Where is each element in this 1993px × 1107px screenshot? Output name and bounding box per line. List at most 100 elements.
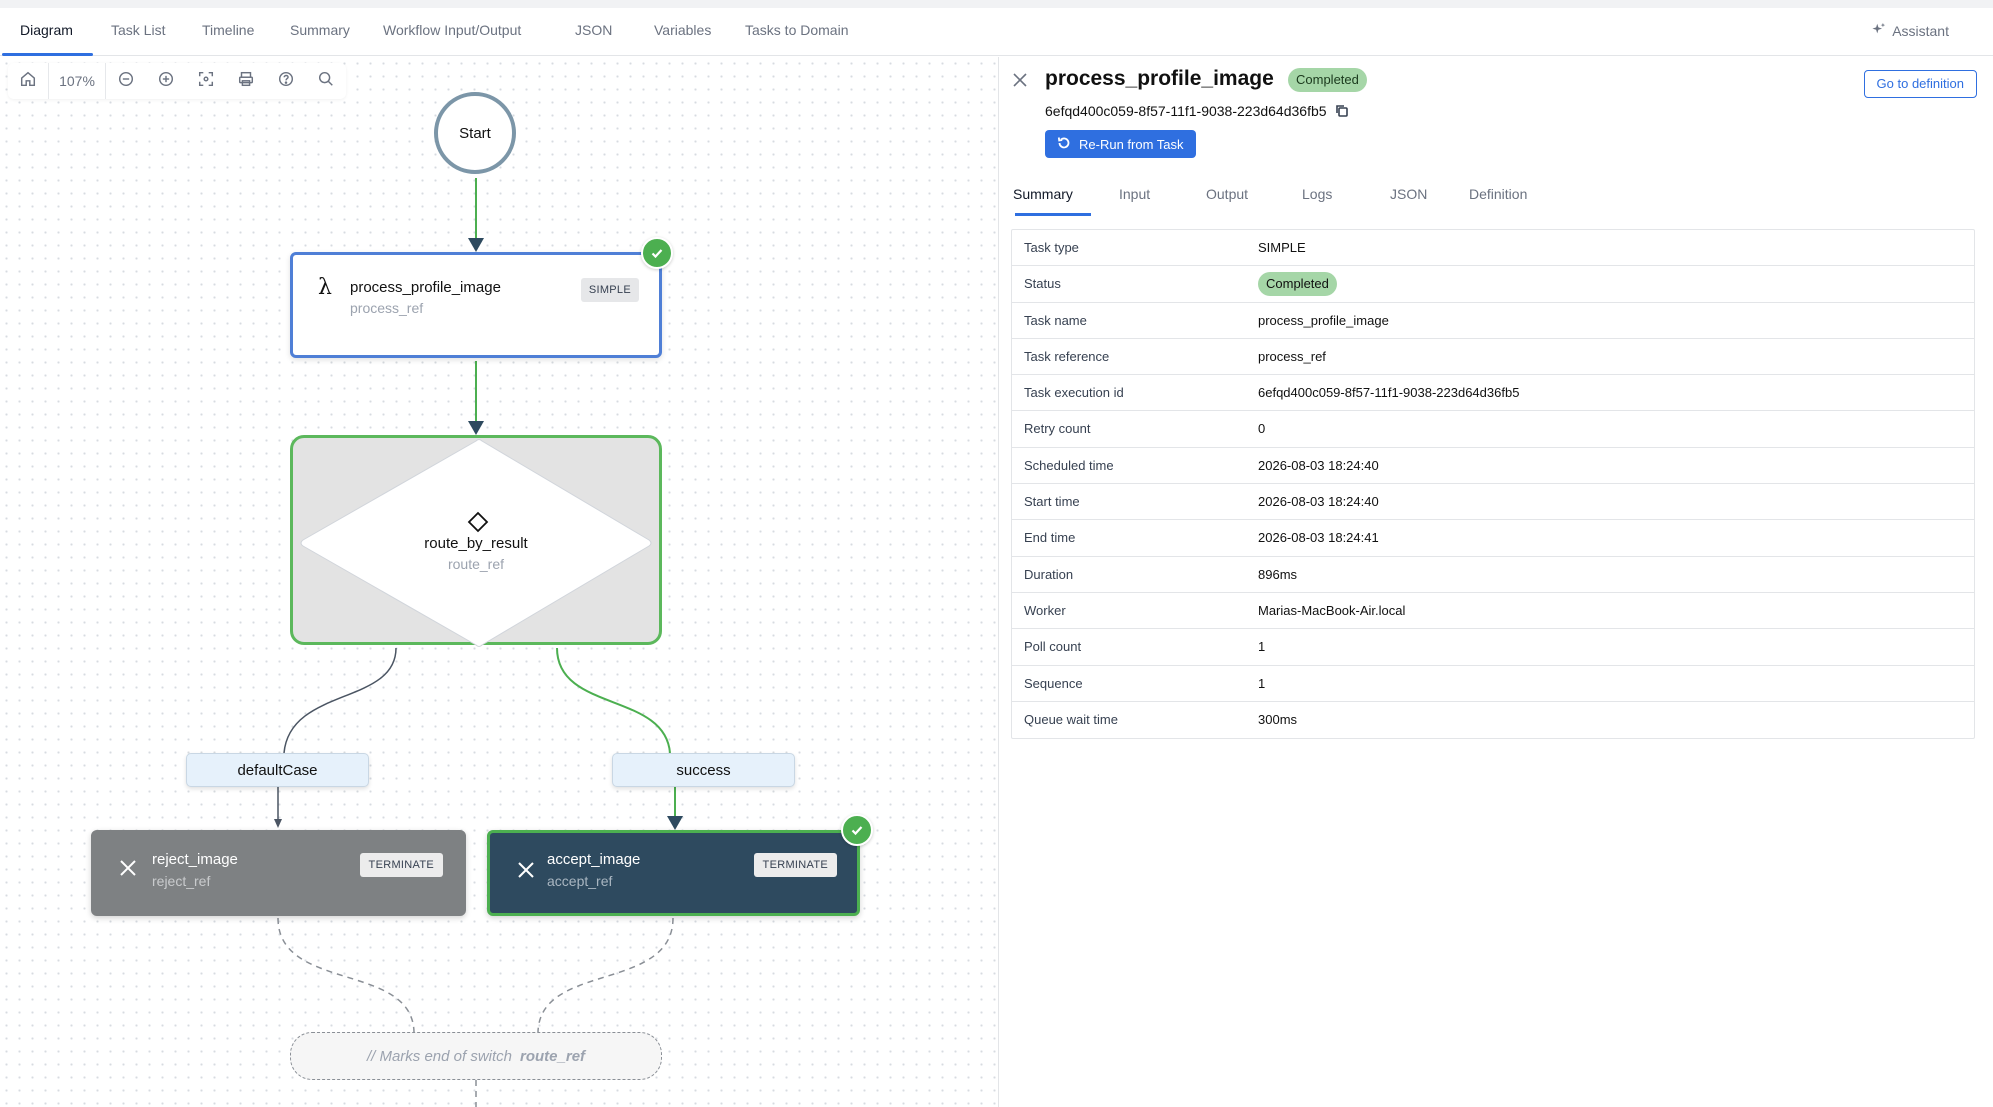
- panel-title: process_profile_image: [1045, 67, 1274, 90]
- table-row: Worker Marias-MacBook-Air.local: [1012, 593, 1974, 630]
- copy-icon[interactable]: [1335, 104, 1349, 118]
- accept-task-node[interactable]: accept_image accept_ref TERMINATE: [487, 830, 860, 916]
- go-to-definition-button[interactable]: Go to definition: [1863, 70, 1977, 98]
- row-label: Task name: [1024, 312, 1087, 328]
- row-label: Duration: [1024, 566, 1074, 582]
- task-type-badge: TERMINATE: [359, 853, 443, 877]
- panel-tab-input[interactable]: Input: [1119, 186, 1150, 202]
- task-title: process_profile_image: [350, 279, 501, 296]
- help-button[interactable]: [266, 63, 306, 99]
- row-label: Task execution id: [1024, 385, 1124, 401]
- close-panel-button[interactable]: [1011, 71, 1029, 89]
- main-tab-bar: Diagram Task List Timeline Summary Workf…: [0, 8, 1993, 56]
- print-icon: [237, 70, 255, 93]
- panel-tab-json[interactable]: JSON: [1390, 186, 1427, 202]
- table-row: Retry count 0: [1012, 411, 1974, 448]
- table-row: Scheduled time 2026-08-03 18:24:40: [1012, 448, 1974, 485]
- table-row: Task name process_profile_image: [1012, 303, 1974, 339]
- switch-ref: route_ref: [447, 556, 505, 572]
- row-value: process_ref: [1258, 348, 1326, 364]
- case-label-default[interactable]: defaultCase: [186, 753, 369, 787]
- print-button[interactable]: [226, 63, 266, 99]
- row-label: Task reference: [1024, 348, 1110, 364]
- tab-task-list[interactable]: Task List: [111, 22, 165, 38]
- process-task-node[interactable]: λ process_profile_image process_ref SIMP…: [290, 252, 662, 358]
- task-summary-table: Task type SIMPLE Status Completed Task nam…: [1011, 229, 1975, 740]
- table-row: Start time 2026-08-03 18:24:40: [1012, 484, 1974, 521]
- tab-summary[interactable]: Summary: [290, 22, 350, 38]
- panel-tab-logs[interactable]: Logs: [1302, 186, 1332, 202]
- reject-task-node[interactable]: reject_image reject_ref TERMINATE: [91, 830, 466, 916]
- rerun-from-task-button[interactable]: Re-Run from Task: [1045, 130, 1196, 158]
- switch-title: route_by_result: [424, 535, 528, 552]
- row-label: Poll count: [1024, 639, 1082, 655]
- search-button[interactable]: [306, 63, 346, 99]
- rerun-label: Re-Run from Task: [1079, 136, 1184, 152]
- row-label: Task type: [1024, 240, 1079, 255]
- diagram-toolbar: 107%: [8, 63, 346, 99]
- row-value: 1: [1258, 675, 1266, 691]
- zoom-out-button[interactable]: [106, 63, 146, 99]
- top-strip: [0, 0, 1993, 8]
- end-switch-node[interactable]: // Marks end of switch route_ref: [290, 1032, 662, 1080]
- row-label: Worker: [1024, 602, 1066, 618]
- row-value: 2026-08-03 18:24:41: [1258, 530, 1379, 546]
- panel-tab-output[interactable]: Output: [1206, 186, 1248, 202]
- row-label: Retry count: [1024, 421, 1091, 437]
- execution-id: 6efqd400c059-8f57-11f1-9038-223d64d36fb5: [1045, 103, 1349, 119]
- start-node[interactable]: Start: [434, 92, 516, 174]
- table-row: Duration 896ms: [1012, 557, 1974, 593]
- zoom-in-button[interactable]: [146, 63, 186, 99]
- tab-tasks-to-domain[interactable]: Tasks to Domain: [745, 22, 848, 38]
- panel-tab-bar: Summary Input Output Logs JSON Definitio…: [999, 174, 1993, 216]
- row-label: Scheduled time: [1024, 457, 1114, 473]
- active-tab-indicator: [2, 53, 93, 56]
- home-button[interactable]: [8, 63, 48, 99]
- switch-node[interactable]: route_by_result route_ref: [290, 435, 662, 647]
- completed-check-icon: [841, 814, 873, 846]
- table-row: End time 2026-08-03 18:24:41: [1012, 520, 1974, 557]
- case-label-success[interactable]: success: [612, 753, 795, 787]
- row-value: 300ms: [1258, 711, 1298, 727]
- assistant-label: Assistant: [1892, 22, 1949, 39]
- diagram-canvas[interactable]: 107% Start λ process_profile_image proce…: [0, 57, 998, 1107]
- task-title: reject_image: [152, 851, 238, 868]
- tab-variables[interactable]: Variables: [654, 22, 711, 38]
- task-ref: accept_ref: [547, 873, 613, 889]
- tab-workflow-input-output[interactable]: Workflow Input/Output: [383, 22, 521, 38]
- search-icon: [317, 70, 335, 93]
- zoom-in-icon: [157, 70, 175, 93]
- help-icon: [277, 70, 295, 93]
- fit-view-button[interactable]: [186, 63, 226, 99]
- task-type-badge: TERMINATE: [753, 853, 837, 877]
- terminate-x-icon: [118, 858, 138, 878]
- row-value: 6efqd400c059-8f57-11f1-9038-223d64d36fb5: [1258, 385, 1520, 401]
- completed-check-icon: [641, 237, 673, 269]
- panel-tab-definition[interactable]: Definition: [1469, 186, 1527, 202]
- assistant-button[interactable]: Assistant: [1872, 22, 1949, 39]
- row-value: 896ms: [1258, 566, 1298, 582]
- tab-json[interactable]: JSON: [575, 22, 612, 38]
- terminate-x-icon: [516, 860, 536, 880]
- close-icon: [1011, 73, 1029, 93]
- table-row: Task type SIMPLE: [1012, 230, 1974, 267]
- row-value: 2026-08-03 18:24:40: [1258, 494, 1379, 510]
- table-row: Task execution id 6efqd400c059-8f57-11f1-…: [1012, 375, 1974, 412]
- table-row: Poll count 1: [1012, 629, 1974, 666]
- tab-diagram[interactable]: Diagram: [20, 22, 73, 38]
- row-value: Marias-MacBook-Air.local: [1258, 602, 1406, 618]
- home-icon: [19, 70, 37, 93]
- task-ref: reject_ref: [152, 873, 211, 889]
- row-value: 0: [1258, 421, 1266, 437]
- switch-diamond-icon: [467, 511, 489, 533]
- panel-tab-summary[interactable]: Summary: [1013, 186, 1073, 202]
- sparkle-icon: [1872, 22, 1886, 39]
- row-value: process_profile_image: [1258, 312, 1389, 328]
- row-value: 2026-08-03 18:24:40: [1258, 457, 1379, 473]
- row-label: Sequence: [1024, 675, 1083, 691]
- task-title: accept_image: [547, 851, 641, 868]
- tab-timeline[interactable]: Timeline: [202, 22, 254, 38]
- row-label: Start time: [1024, 494, 1080, 510]
- row-label: End time: [1024, 530, 1076, 546]
- table-row: Sequence 1: [1012, 666, 1974, 702]
